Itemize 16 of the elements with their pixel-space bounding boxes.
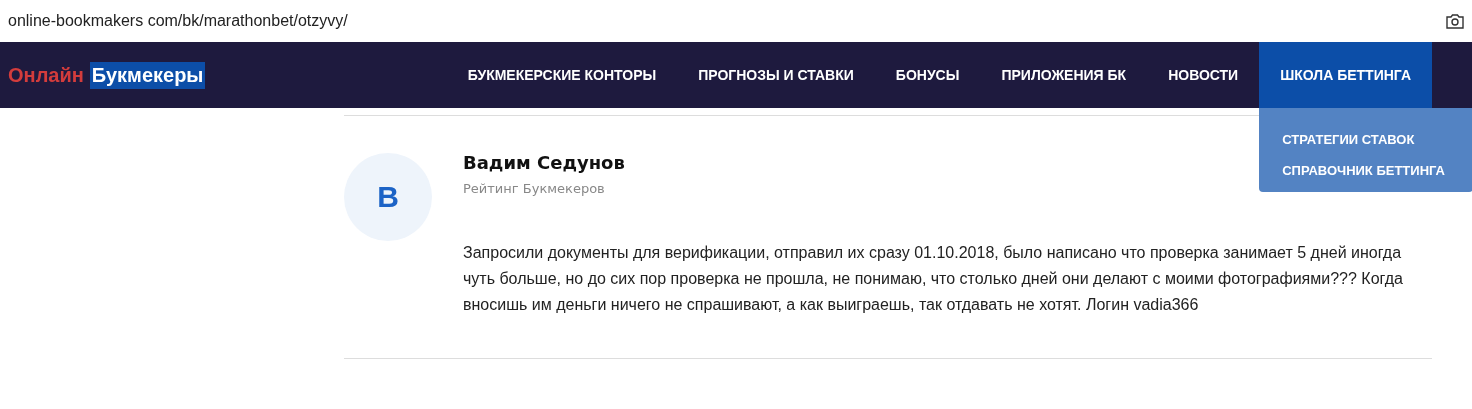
logo-highlighted-text[interactable]: Букмекеры [89,61,206,89]
review-text: Запросили документы для верификации, отправил их сразу 01.10.2018, было написано что проверка занимает 5 дней иногда чуть больше, но до сих пор проверка не прошла, не понимаю, что столько дней они делают с моими фотографиями??? Когда вносишь им деньги ничего не спрашивают, а как выиграешь, так отдавать не хотят. Логин vadia366 [463,243,1404,315]
avatar: В [344,153,432,241]
dropdown-link[interactable]: СПРАВОЧНИК БЕТТИНГА [1259,163,1472,178]
nav-link[interactable]: БОНУСЫ [874,42,981,108]
address-url[interactable]: online-bookmakers com/bk/marathonbet/otzyvy/ [8,12,348,30]
nav-link[interactable]: БУКМЕКЕРСКИЕ КОНТОРЫ [446,42,678,108]
nav-link[interactable]: ПРИЛОЖЕНИЯ БК [980,42,1148,108]
nav-link[interactable]: ПРОГНОЗЫ И СТАВКИ [677,42,875,108]
review-source: Рейтинг Букмекеров [463,181,605,196]
camera-icon[interactable] [1446,13,1464,29]
logo-text[interactable]: Онлайн [8,63,84,87]
nav-link[interactable]: ШКОЛА БЕТТИНГА [1259,42,1432,108]
nav-link[interactable]: НОВОСТИ [1147,42,1260,108]
author-name: Вадим Седунов [463,152,625,173]
dropdown-link[interactable]: СТРАТЕГИИ СТАВОК [1259,132,1472,147]
